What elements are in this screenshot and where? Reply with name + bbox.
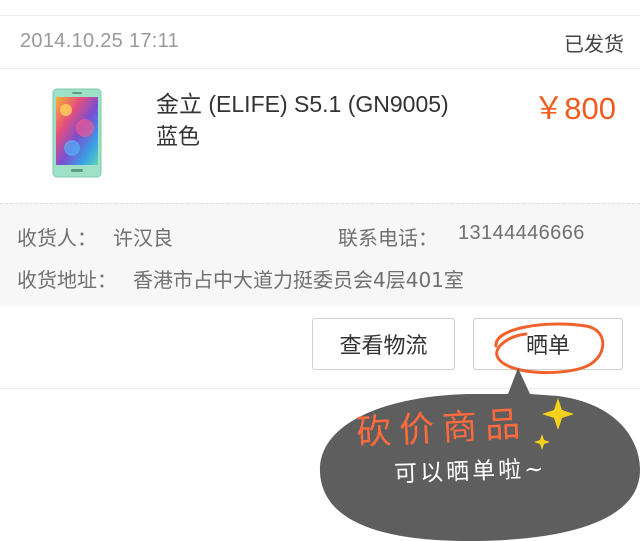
shipping-info: 收货人： 许汉良 联系电话： 13144446666 收货地址： 香港市占中大道… bbox=[0, 203, 640, 308]
receiver-label: 收货人： bbox=[17, 226, 97, 250]
promo-title: 砍价商品 bbox=[355, 404, 530, 454]
phone-number: 13144446666 bbox=[458, 222, 585, 244]
product-name: 金立 (ELIFE) S5.1 (GN9005) bbox=[156, 91, 449, 117]
phone-image bbox=[52, 88, 102, 178]
address-label: 收货地址： bbox=[17, 268, 117, 292]
order-header: 2014.10.25 17:11 已发货 bbox=[0, 16, 640, 69]
phone-label: 联系电话： bbox=[338, 226, 438, 250]
order-status: 已发货 bbox=[564, 32, 624, 56]
receiver-name: 许汉良 bbox=[113, 226, 173, 250]
promo-subtitle: 可以晒单啦~ bbox=[393, 456, 547, 488]
product-row[interactable]: 金立 (ELIFE) S5.1 (GN9005) 蓝色 ￥800 bbox=[0, 69, 640, 203]
product-variant: 蓝色 bbox=[156, 125, 201, 150]
product-price: ￥800 bbox=[533, 91, 616, 126]
address-value: 香港市占中大道力挺委员会4层401室 bbox=[133, 268, 464, 292]
order-page: 2014.10.25 17:11 已发货 金立 (ELIFE) S5.1 (GN… bbox=[0, 0, 640, 541]
order-date: 2014.10.25 17:11 bbox=[20, 30, 180, 52]
